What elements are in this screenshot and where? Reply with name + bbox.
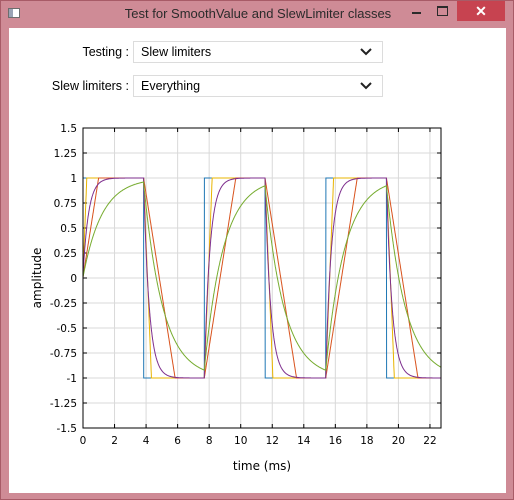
x-tick-label: 16: [329, 435, 343, 447]
y-axis-label: amplitude: [30, 248, 44, 309]
y-tick-label: -1: [67, 373, 77, 385]
x-tick-labels: 0 2 4 6 8 10 12 14 16 18 20 22: [80, 435, 437, 447]
y-tick-label: 1: [70, 173, 77, 185]
y-tick-labels: 1.5 1.25 1 0.75 0.5 0.25 0 -0.25 -0.5 -0.75 -1 -1.2…: [50, 123, 77, 435]
y-tick-label: 0: [70, 273, 77, 285]
y-tick-label: -0.25: [50, 298, 77, 310]
x-tick-label: 10: [234, 435, 247, 447]
y-tick-label: 1.25: [54, 148, 77, 160]
x-tick-label: 18: [360, 435, 373, 447]
x-tick-label: 4: [143, 435, 150, 447]
y-tick-label: -1.5: [57, 423, 78, 435]
x-tick-label: 0: [80, 435, 87, 447]
x-tick-label: 22: [423, 435, 436, 447]
close-button[interactable]: ✕: [457, 1, 505, 21]
y-tick-label: 0.5: [60, 223, 77, 235]
y-tick-label: 1.5: [60, 123, 77, 135]
x-tick-label: 8: [206, 435, 213, 447]
chart: 1.5 1.25 1 0.75 0.5 0.25 0 -0.25 -0.5 -0.75 -1 -1.2…: [30, 123, 442, 473]
app-window: Test for SmoothValue and SlewLimiter cla…: [0, 0, 514, 500]
chart-grid: [82, 127, 441, 429]
maximize-button[interactable]: [429, 1, 455, 21]
y-tick-label: 0.75: [54, 198, 77, 210]
y-tick-label: -0.5: [57, 323, 78, 335]
client-area: Testing : Slew limiters Slew limiters : …: [9, 28, 506, 493]
x-axis-label: time (ms): [233, 459, 291, 473]
y-tick-label: -0.75: [50, 348, 77, 360]
x-tick-label: 14: [297, 435, 311, 447]
x-tick-label: 12: [266, 435, 279, 447]
y-tick-label: 0.25: [54, 248, 77, 260]
title-bar[interactable]: Test for SmoothValue and SlewLimiter cla…: [1, 1, 514, 27]
x-tick-label: 6: [174, 435, 181, 447]
x-tick-label: 20: [392, 435, 405, 447]
x-tick-label: 2: [111, 435, 118, 447]
y-tick-label: -1.25: [50, 398, 77, 410]
minimize-button[interactable]: [403, 1, 429, 21]
